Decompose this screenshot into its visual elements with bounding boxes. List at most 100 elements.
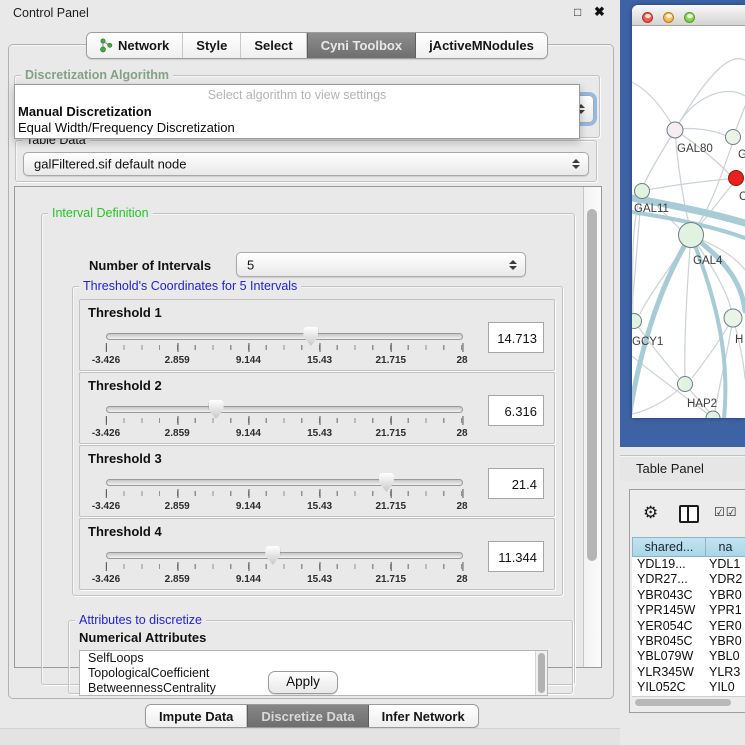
table-row[interactable]: YBR043CYBR0	[632, 588, 745, 603]
network-node[interactable]	[632, 314, 642, 329]
panel-vertical-scrollbar[interactable]	[583, 187, 601, 667]
combo-arrows-icon	[572, 159, 580, 169]
network-node[interactable]	[724, 309, 742, 327]
list-vertical-scrollbar[interactable]	[535, 651, 547, 695]
bottom-strip	[0, 728, 620, 745]
network-node-label: GAL11	[634, 203, 669, 215]
popup-option-manual-discretization[interactable]: Manual Discretization	[18, 104, 152, 119]
minor-ticks	[106, 491, 462, 496]
network-edge[interactable]	[675, 91, 745, 130]
network-node[interactable]	[667, 122, 683, 138]
table-panel-titlebar: Table Panel	[620, 455, 745, 483]
tab-label: Impute Data	[159, 709, 233, 724]
float-window-icon[interactable]: □	[574, 5, 581, 19]
cell-name[interactable]: YBR0	[706, 634, 745, 649]
slider-track[interactable]	[106, 552, 463, 559]
table-horizontal-scrollbar[interactable]	[632, 696, 745, 708]
slider-track[interactable]	[106, 333, 463, 340]
cell-name[interactable]: YPR1	[706, 603, 745, 618]
table-row[interactable]: YER054CYER0	[632, 619, 745, 634]
cell-name[interactable]: YER0	[706, 619, 745, 634]
tab-infer-network[interactable]: Infer Network	[369, 705, 478, 727]
network-edge[interactable]	[632, 82, 675, 130]
table-row[interactable]: YDL19...YDL1	[632, 557, 745, 572]
column-header-shared[interactable]: shared...	[632, 537, 706, 557]
tab-impute-data[interactable]: Impute Data	[146, 705, 247, 727]
tick-label: 15.43	[307, 355, 332, 366]
threshold-value-field[interactable]: 14.713	[488, 322, 544, 353]
scrollbar-thumb[interactable]	[635, 699, 731, 706]
network-node-label: GAL4	[693, 255, 723, 267]
network-edge[interactable]	[675, 59, 745, 130]
network-edge[interactable]	[642, 179, 728, 191]
slider-track[interactable]	[106, 406, 463, 413]
network-node[interactable]	[726, 130, 741, 145]
tab-select[interactable]: Select	[241, 33, 306, 58]
network-node[interactable]	[678, 377, 693, 392]
table-row[interactable]: YDR27...YDR2	[632, 572, 745, 587]
tab-style[interactable]: Style	[183, 33, 241, 58]
cell-shared-name[interactable]: YDR27...	[632, 572, 706, 587]
interval-definition-group: Interval Definition Number of Intervals …	[41, 213, 575, 685]
table-data-combobox[interactable]: galFiltered.sif default node	[23, 152, 589, 176]
network-node[interactable]	[679, 223, 704, 248]
scrollbar-thumb[interactable]	[587, 209, 597, 561]
cell-shared-name[interactable]: YPR145W	[632, 603, 706, 618]
checkboxes-icon[interactable]: ☑☑	[714, 505, 738, 519]
tab-network[interactable]: Network	[87, 33, 183, 58]
table-row[interactable]: YBR045CYBR0	[632, 634, 745, 649]
cell-shared-name[interactable]: YLR345W	[632, 665, 706, 680]
table-panel-title: Table Panel	[636, 461, 704, 476]
split-columns-icon[interactable]	[679, 505, 699, 523]
popup-option-equal-width-frequency[interactable]: Equal Width/Frequency Discretization	[18, 120, 235, 135]
close-icon[interactable]: ✖	[594, 4, 605, 20]
close-traffic-light-icon[interactable]	[642, 12, 653, 23]
cell-name[interactable]: YBL0	[706, 649, 745, 664]
cell-shared-name[interactable]: YBR045C	[632, 634, 706, 649]
cell-shared-name[interactable]: YER054C	[632, 619, 706, 634]
column-header-name[interactable]: na	[706, 537, 745, 557]
window-titlebar[interactable]	[632, 5, 745, 26]
cell-name[interactable]: YBR0	[706, 588, 745, 603]
network-edge[interactable]	[685, 235, 691, 376]
tab-jactivemnodules[interactable]: jActiveMNodules	[416, 33, 547, 58]
attribute-list-item[interactable]: SelfLoops	[80, 651, 547, 666]
numerical-attributes-heading: Numerical Attributes	[79, 630, 206, 645]
scrollbar-thumb[interactable]	[538, 653, 545, 693]
minor-ticks	[106, 345, 462, 350]
table-row[interactable]: YIL052CYIL0	[632, 680, 745, 695]
apply-button[interactable]: Apply	[268, 671, 338, 694]
cell-shared-name[interactable]: YBL079W	[632, 649, 706, 664]
network-node-label: HAP2	[687, 398, 717, 410]
threshold-value-field[interactable]: 21.4	[488, 468, 544, 499]
table-row[interactable]: YPR145WYPR1	[632, 603, 745, 618]
zoom-traffic-light-icon[interactable]	[684, 12, 695, 23]
cell-name[interactable]: YDR2	[706, 572, 745, 587]
cell-shared-name[interactable]: YDL19...	[632, 557, 706, 572]
cell-shared-name[interactable]: YIL052C	[632, 680, 706, 695]
threshold-value-field[interactable]: 11.344	[488, 541, 544, 572]
group-title: Interval Definition	[48, 206, 153, 220]
network-node[interactable]	[635, 184, 650, 199]
threshold-value-field[interactable]: 6.316	[488, 395, 544, 426]
cell-shared-name[interactable]: YBR043C	[632, 588, 706, 603]
network-edge[interactable]	[632, 384, 685, 414]
cell-name[interactable]: YLR3	[706, 665, 745, 680]
number-of-intervals-combobox[interactable]: 5	[236, 252, 526, 277]
network-edge[interactable]	[644, 130, 675, 184]
table-row[interactable]: YLR345WYLR3	[632, 665, 745, 680]
table-row[interactable]: YBL079WYBL0	[632, 649, 745, 664]
tab-discretize-data[interactable]: Discretize Data	[247, 705, 368, 727]
network-canvas[interactable]: GAL80GACGAL11GAL4GCY1HHAP2	[632, 26, 745, 418]
minimize-traffic-light-icon[interactable]	[663, 12, 674, 23]
cell-name[interactable]: YDL1	[706, 557, 745, 572]
cell-name[interactable]: YIL0	[706, 680, 745, 695]
gear-icon[interactable]: ⚙	[643, 503, 658, 523]
table-header-row: shared... na	[632, 537, 745, 557]
network-node[interactable]	[706, 411, 720, 418]
network-node[interactable]	[729, 171, 744, 186]
slider-track[interactable]	[106, 479, 463, 486]
network-edge[interactable]	[692, 318, 733, 378]
network-edge[interactable]	[691, 145, 732, 235]
tab-cyni-toolbox[interactable]: Cyni Toolbox	[307, 33, 416, 58]
